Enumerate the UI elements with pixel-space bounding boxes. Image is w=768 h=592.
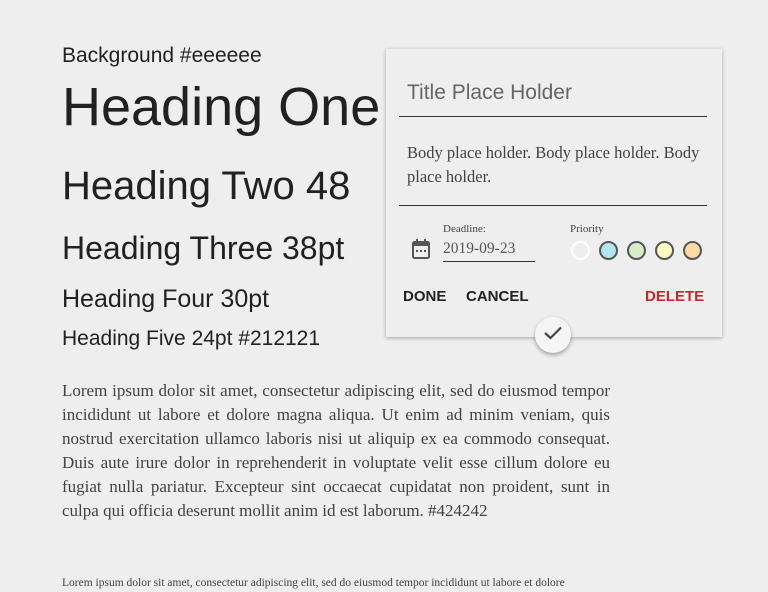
cancel-button[interactable]: CANCEL [466, 288, 529, 305]
check-icon [544, 326, 562, 345]
body-underline [399, 205, 707, 206]
priority-none[interactable] [571, 241, 590, 260]
heading-two: Heading Two 48 [62, 164, 351, 208]
calendar-icon[interactable] [412, 239, 430, 264]
priority-green[interactable] [627, 241, 646, 260]
priority-label: Priority [570, 223, 604, 235]
deadline-input[interactable]: 2019-09-23 [443, 240, 535, 262]
edit-card: Title Place Holder Body place holder. Bo… [386, 49, 722, 337]
priority-blue[interactable] [599, 241, 618, 260]
small-paragraph: Lorem ipsum dolor sit amet, consectetur … [62, 577, 565, 589]
title-input[interactable]: Title Place Holder [407, 81, 572, 105]
deadline-label: Deadline: [443, 223, 486, 235]
body-paragraph: Lorem ipsum dolor sit amet, consectetur … [62, 381, 610, 520]
body-input[interactable]: Body place holder. Body place holder. Bo… [407, 141, 702, 189]
priority-yellow[interactable] [655, 241, 674, 260]
heading-four: Heading Four 30pt [62, 285, 270, 313]
delete-button[interactable]: DELETE [645, 288, 704, 305]
heading-one: Heading One [62, 77, 381, 137]
priority-orange[interactable] [683, 241, 702, 260]
heading-five: Heading Five 24pt #212121 [62, 327, 321, 350]
background-label: Background #eeeeee [62, 44, 262, 67]
done-button[interactable]: DONE [403, 288, 446, 305]
confirm-button[interactable] [535, 317, 571, 353]
heading-three: Heading Three 38pt [62, 230, 345, 266]
title-underline [399, 116, 707, 117]
